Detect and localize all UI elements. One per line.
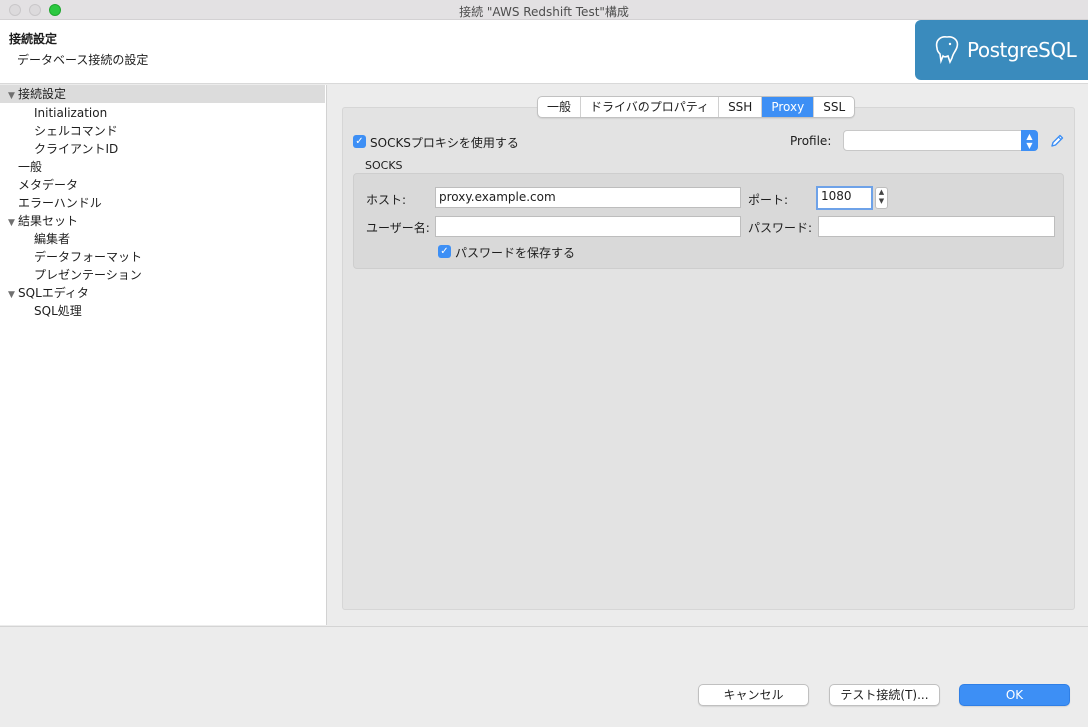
dialog-footer bbox=[0, 626, 1088, 727]
port-label: ポート: bbox=[748, 193, 789, 207]
host-input[interactable]: proxy.example.com bbox=[435, 187, 741, 208]
triangle-down-icon[interactable]: ▼ bbox=[8, 286, 18, 304]
cancel-button[interactable]: キャンセル bbox=[698, 684, 809, 706]
password-input[interactable] bbox=[818, 216, 1055, 237]
use-socks-checkbox[interactable]: ✓ bbox=[353, 135, 366, 148]
tree-item-sql-processing[interactable]: SQL処理 bbox=[34, 302, 82, 320]
password-label: パスワード: bbox=[748, 221, 813, 235]
tab-general[interactable]: 一般 bbox=[538, 97, 582, 117]
tree-item-client-id[interactable]: クライアントID bbox=[34, 140, 118, 158]
triangle-down-icon[interactable]: ▼ bbox=[8, 87, 18, 105]
triangle-down-icon[interactable]: ▼ bbox=[8, 214, 18, 232]
tab-proxy[interactable]: Proxy bbox=[762, 97, 815, 117]
host-label: ホスト: bbox=[366, 193, 407, 207]
tab-ssh[interactable]: SSH bbox=[719, 97, 763, 117]
postgresql-logo: PostgreSQL bbox=[915, 20, 1088, 80]
save-password-checkbox[interactable]: ✓ bbox=[438, 245, 451, 258]
title-bar: 接続 "AWS Redshift Test"構成 bbox=[0, 0, 1088, 20]
port-stepper[interactable]: ▲ ▼ bbox=[875, 187, 888, 209]
tree-item-presentation[interactable]: プレゼンテーション bbox=[34, 266, 142, 284]
settings-tabs: 一般 ドライバのプロパティ SSH Proxy SSL bbox=[537, 96, 856, 118]
page-header: 接続設定 データベース接続の設定 PostgreSQL bbox=[0, 20, 1088, 84]
tree-item-sql-editor[interactable]: ▼ SQLエディタ bbox=[8, 284, 89, 302]
test-connection-button[interactable]: テスト接続(T)... bbox=[829, 684, 940, 706]
tab-driver-properties[interactable]: ドライバのプロパティ bbox=[581, 97, 720, 117]
profile-select[interactable]: ▲ ▼ bbox=[843, 130, 1038, 151]
logo-text: PostgreSQL bbox=[967, 38, 1077, 62]
tree-item-shell-commands[interactable]: シェルコマンド bbox=[34, 122, 118, 140]
tree-item-editors[interactable]: 編集者 bbox=[34, 230, 70, 248]
tree-item-error-handle[interactable]: エラーハンドル bbox=[18, 194, 102, 212]
tree-item-label: SQLエディタ bbox=[18, 286, 89, 300]
socks-group-title: SOCKS bbox=[365, 159, 403, 172]
use-socks-label: SOCKSプロキシを使用する bbox=[370, 136, 519, 150]
elephant-icon bbox=[935, 36, 959, 64]
tab-ssl[interactable]: SSL bbox=[814, 97, 854, 117]
profile-label: Profile: bbox=[790, 134, 832, 148]
ok-button[interactable]: OK bbox=[959, 684, 1070, 706]
chevron-updown-icon[interactable]: ▲ ▼ bbox=[1021, 130, 1038, 151]
tree-item-data-formats[interactable]: データフォーマット bbox=[34, 248, 142, 266]
page-title: 接続設定 bbox=[9, 32, 58, 46]
port-input[interactable]: 1080 bbox=[816, 186, 873, 210]
username-label: ユーザー名: bbox=[366, 221, 430, 235]
tree-item-label: 結果セット bbox=[18, 214, 79, 228]
save-password-label: パスワードを保存する bbox=[455, 246, 576, 260]
pencil-icon[interactable] bbox=[1049, 133, 1065, 149]
tree-item-initialization[interactable]: Initialization bbox=[34, 104, 107, 122]
username-input[interactable] bbox=[435, 216, 741, 237]
settings-tree: ▼ 接続設定 Initialization シェルコマンド クライアントID 一般… bbox=[0, 85, 327, 625]
tree-item-result-sets[interactable]: ▼ 結果セット bbox=[8, 212, 78, 230]
tree-item-label: 接続設定 bbox=[18, 87, 67, 101]
tree-item-connection-settings[interactable]: ▼ 接続設定 bbox=[0, 85, 325, 103]
tree-item-general[interactable]: 一般 bbox=[18, 158, 42, 176]
window-title: 接続 "AWS Redshift Test"構成 bbox=[459, 5, 629, 19]
page-description: データベース接続の設定 bbox=[17, 53, 149, 67]
tree-item-metadata[interactable]: メタデータ bbox=[18, 176, 78, 194]
